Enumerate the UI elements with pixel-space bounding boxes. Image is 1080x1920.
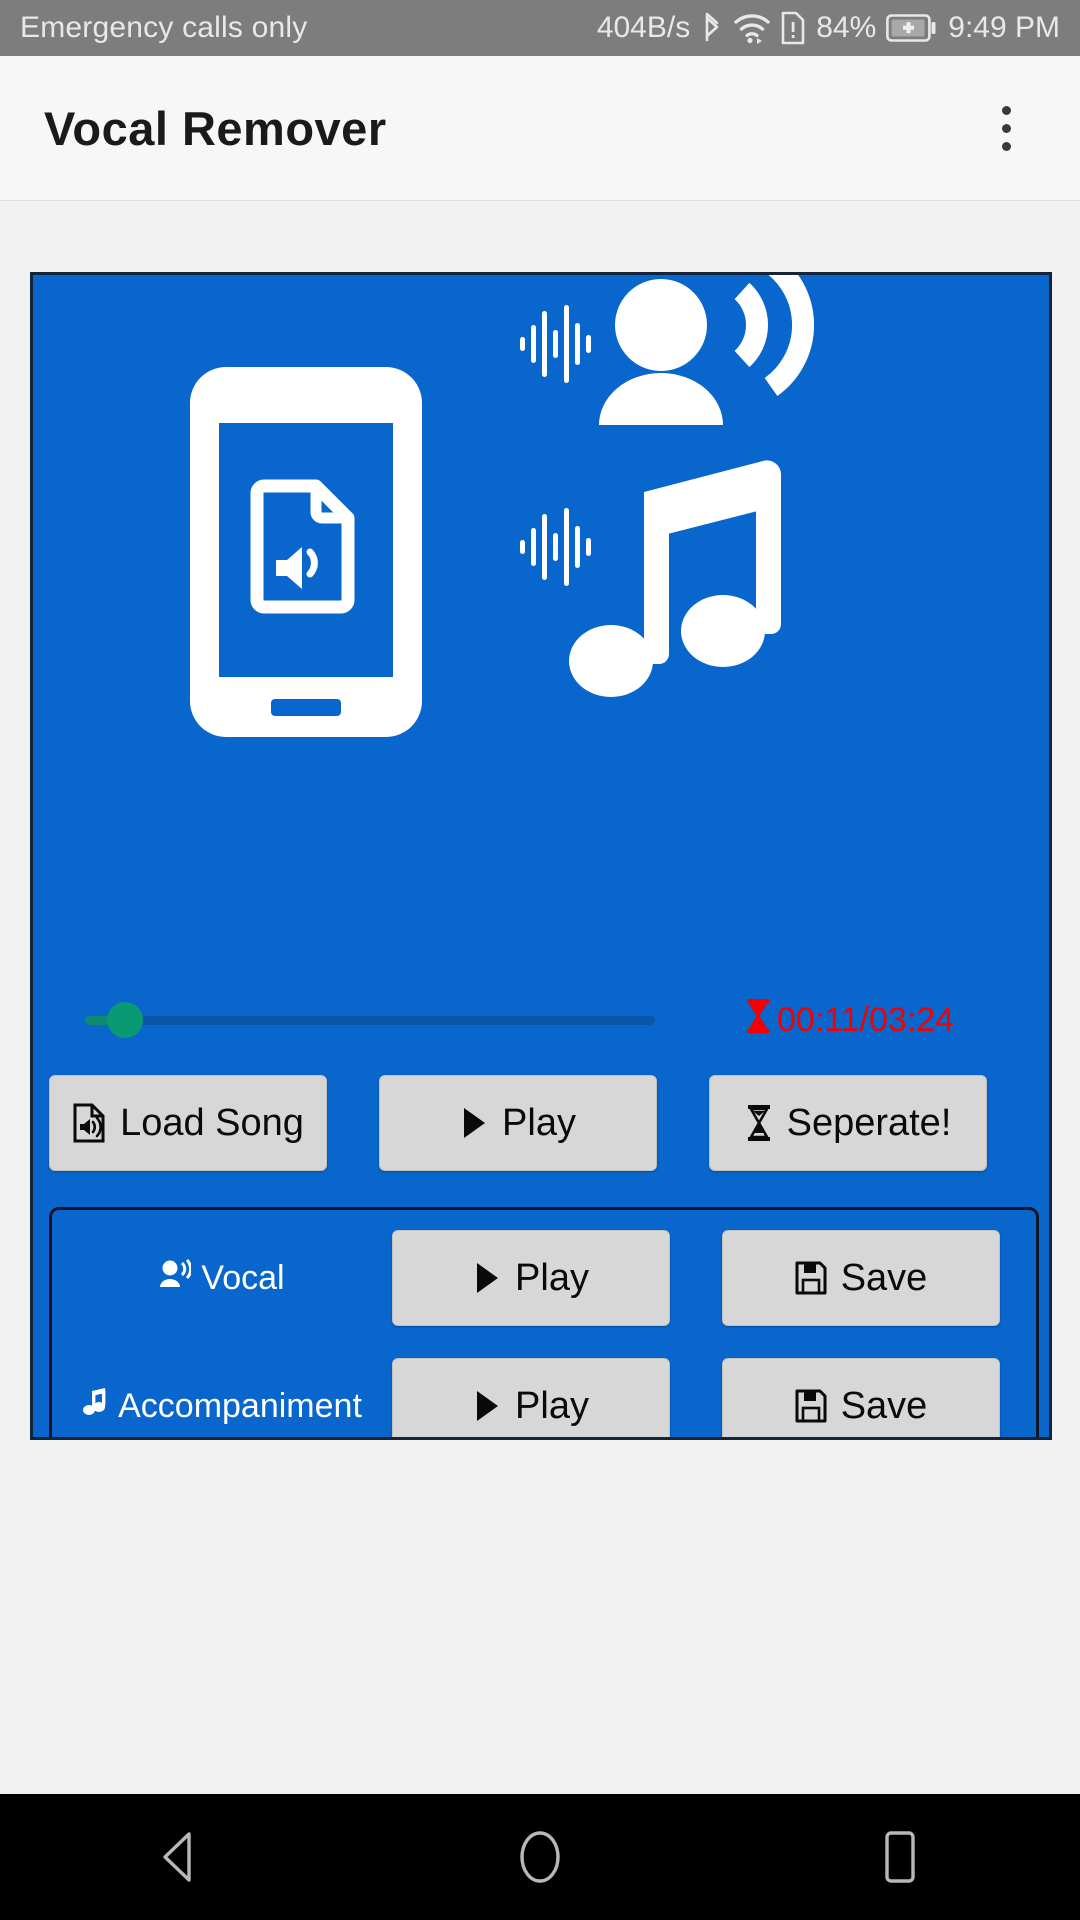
accompaniment-save-button[interactable]: Save <box>722 1358 1000 1440</box>
play-original-button[interactable]: Play <box>379 1075 657 1171</box>
hourglass-icon <box>745 1104 773 1142</box>
accompaniment-play-label: Play <box>515 1385 589 1428</box>
navigation-bar <box>0 1794 1080 1920</box>
accompaniment-play-button[interactable]: Play <box>392 1358 670 1440</box>
vocal-track-row: Vocal Play Save <box>52 1230 1036 1326</box>
audio-file-icon <box>72 1103 106 1143</box>
main-card: 00:11/03:24 Load Song Play <box>30 272 1052 1440</box>
phone-with-audio-file-icon <box>190 367 422 737</box>
hero-graphic <box>33 275 1052 965</box>
battery-percent-label: 84% <box>816 11 876 45</box>
floppy-disk-icon <box>795 1261 827 1295</box>
waveform-icon <box>520 305 591 383</box>
sim-card-alert-icon <box>780 11 806 45</box>
main-button-row: Load Song Play Seperate! <box>33 1075 1052 1171</box>
wifi-icon <box>734 11 770 45</box>
home-circle-icon[interactable] <box>460 1794 620 1920</box>
hero-illustration <box>33 275 1049 965</box>
separated-tracks-group: Vocal Play Save <box>49 1207 1039 1440</box>
vocal-play-label: Play <box>515 1257 589 1300</box>
music-note-icon <box>82 1387 108 1426</box>
clock-label: 9:49 PM <box>948 11 1060 45</box>
overflow-menu-icon[interactable] <box>976 88 1036 168</box>
vocal-track-label-wrap: Vocal <box>52 1259 392 1298</box>
load-song-label: Load Song <box>120 1102 304 1145</box>
play-icon <box>473 1389 501 1423</box>
vocal-save-button[interactable]: Save <box>722 1230 1000 1326</box>
bluetooth-icon <box>700 10 724 46</box>
hourglass-icon <box>745 998 771 1043</box>
accompaniment-track-label: Accompaniment <box>118 1387 362 1426</box>
seek-slider[interactable] <box>85 990 655 1050</box>
separate-button[interactable]: Seperate! <box>709 1075 987 1171</box>
page-title: Vocal Remover <box>44 101 387 156</box>
status-bar: Emergency calls only 404B/s <box>0 0 1080 56</box>
player-seek-row: 00:11/03:24 <box>33 975 1052 1065</box>
recents-square-icon[interactable] <box>820 1794 980 1920</box>
music-note-icon <box>569 460 781 697</box>
vocal-save-label: Save <box>841 1257 928 1300</box>
time-readout: 00:11/03:24 <box>745 998 954 1043</box>
waveform-icon <box>520 508 591 586</box>
separate-label: Seperate! <box>787 1102 952 1145</box>
battery-charging-icon <box>886 13 938 43</box>
time-text: 00:11/03:24 <box>777 1001 954 1040</box>
accompaniment-track-label-wrap: Accompaniment <box>52 1387 392 1426</box>
person-speaking-icon <box>599 275 803 425</box>
play-original-label: Play <box>502 1102 576 1145</box>
load-song-button[interactable]: Load Song <box>49 1075 327 1171</box>
status-bar-icons: 404B/s 84% <box>597 10 1060 46</box>
seek-thumb[interactable] <box>107 1002 143 1038</box>
play-icon <box>460 1106 488 1140</box>
carrier-label: Emergency calls only <box>20 11 307 45</box>
play-icon <box>473 1261 501 1295</box>
vocal-track-label: Vocal <box>201 1259 284 1298</box>
back-triangle-icon[interactable] <box>100 1794 260 1920</box>
person-speaking-icon <box>159 1259 191 1298</box>
accompaniment-track-row: Accompaniment Play Save <box>52 1358 1036 1440</box>
floppy-disk-icon <box>795 1389 827 1423</box>
app-bar: Vocal Remover <box>0 56 1080 201</box>
vocal-play-button[interactable]: Play <box>392 1230 670 1326</box>
network-speed-label: 404B/s <box>597 11 690 45</box>
accompaniment-save-label: Save <box>841 1385 928 1428</box>
seek-track[interactable] <box>103 1016 655 1025</box>
